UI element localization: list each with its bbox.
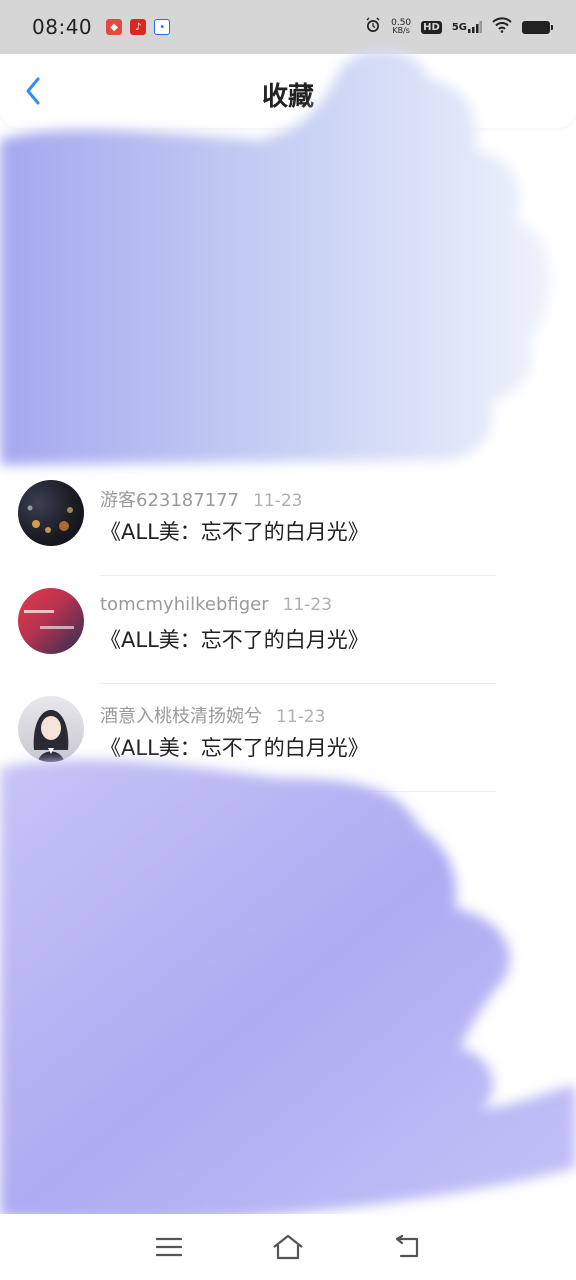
item-time: 11-23 [276, 707, 326, 727]
item-time: 11-20 [267, 811, 318, 831]
item-time: 11-23 [253, 491, 303, 511]
alarm-icon [365, 17, 381, 37]
item-title[interactable]: 《ALL美：忘不了的白月光》 [100, 516, 369, 546]
wifi-icon [492, 17, 512, 37]
list-item[interactable]: 游客623187177 11-23 《ALL美：忘不了的白月光》 [0, 468, 576, 576]
list-item[interactable]: tomcmyhilkebfiger 11-23 《ALL美：忘不了的白月光》 [0, 576, 576, 684]
home-icon [273, 1234, 303, 1260]
system-back-button[interactable] [387, 1227, 427, 1267]
item-author: 酒意入桃枝清扬婉兮 [100, 706, 262, 727]
item-title[interactable]: 《ALL美：忘不了的白月光》 [100, 624, 369, 654]
item-author: tomcmyhilkebfiger [100, 594, 269, 615]
red-app-icon: ◆ [106, 19, 123, 35]
list-item[interactable]: 酒意入桃枝清扬婉兮 11-23 《ALL美：忘不了的白月光》 [0, 684, 576, 792]
page-title: 收藏 [261, 82, 314, 112]
avatar [18, 480, 84, 546]
hd-badge: HD [421, 20, 442, 34]
avatar [18, 588, 84, 654]
baidu-app-icon: • [154, 19, 171, 35]
back-icon [395, 1235, 418, 1258]
home-button[interactable] [268, 1227, 308, 1267]
item-author: 游客623187177 [100, 490, 240, 511]
system-nav-bar [0, 1214, 576, 1280]
menu-button[interactable] [149, 1227, 189, 1267]
list-item[interactable]: oub… 11-20 [0, 792, 576, 900]
battery-icon [522, 20, 553, 34]
net-speed: 0.50 KB/s [391, 18, 412, 35]
notification-icons: ◆ ♪ • [106, 19, 171, 35]
status-time: 08:40 [32, 15, 93, 39]
menu-icon [156, 1237, 183, 1257]
signal-icon: 5G [452, 21, 482, 33]
ting-app-icon: ♪ [130, 19, 147, 35]
avatar [18, 696, 84, 762]
item-time: 11-23 [282, 595, 333, 615]
status-bar: 08:40 ◆ ♪ • 0.50 KB/s HD 5G [0, 0, 576, 54]
header: 收藏 [0, 54, 576, 128]
item-author: oub… [202, 810, 254, 831]
item-title[interactable]: 《ALL美：忘不了的白月光》 [100, 732, 369, 762]
